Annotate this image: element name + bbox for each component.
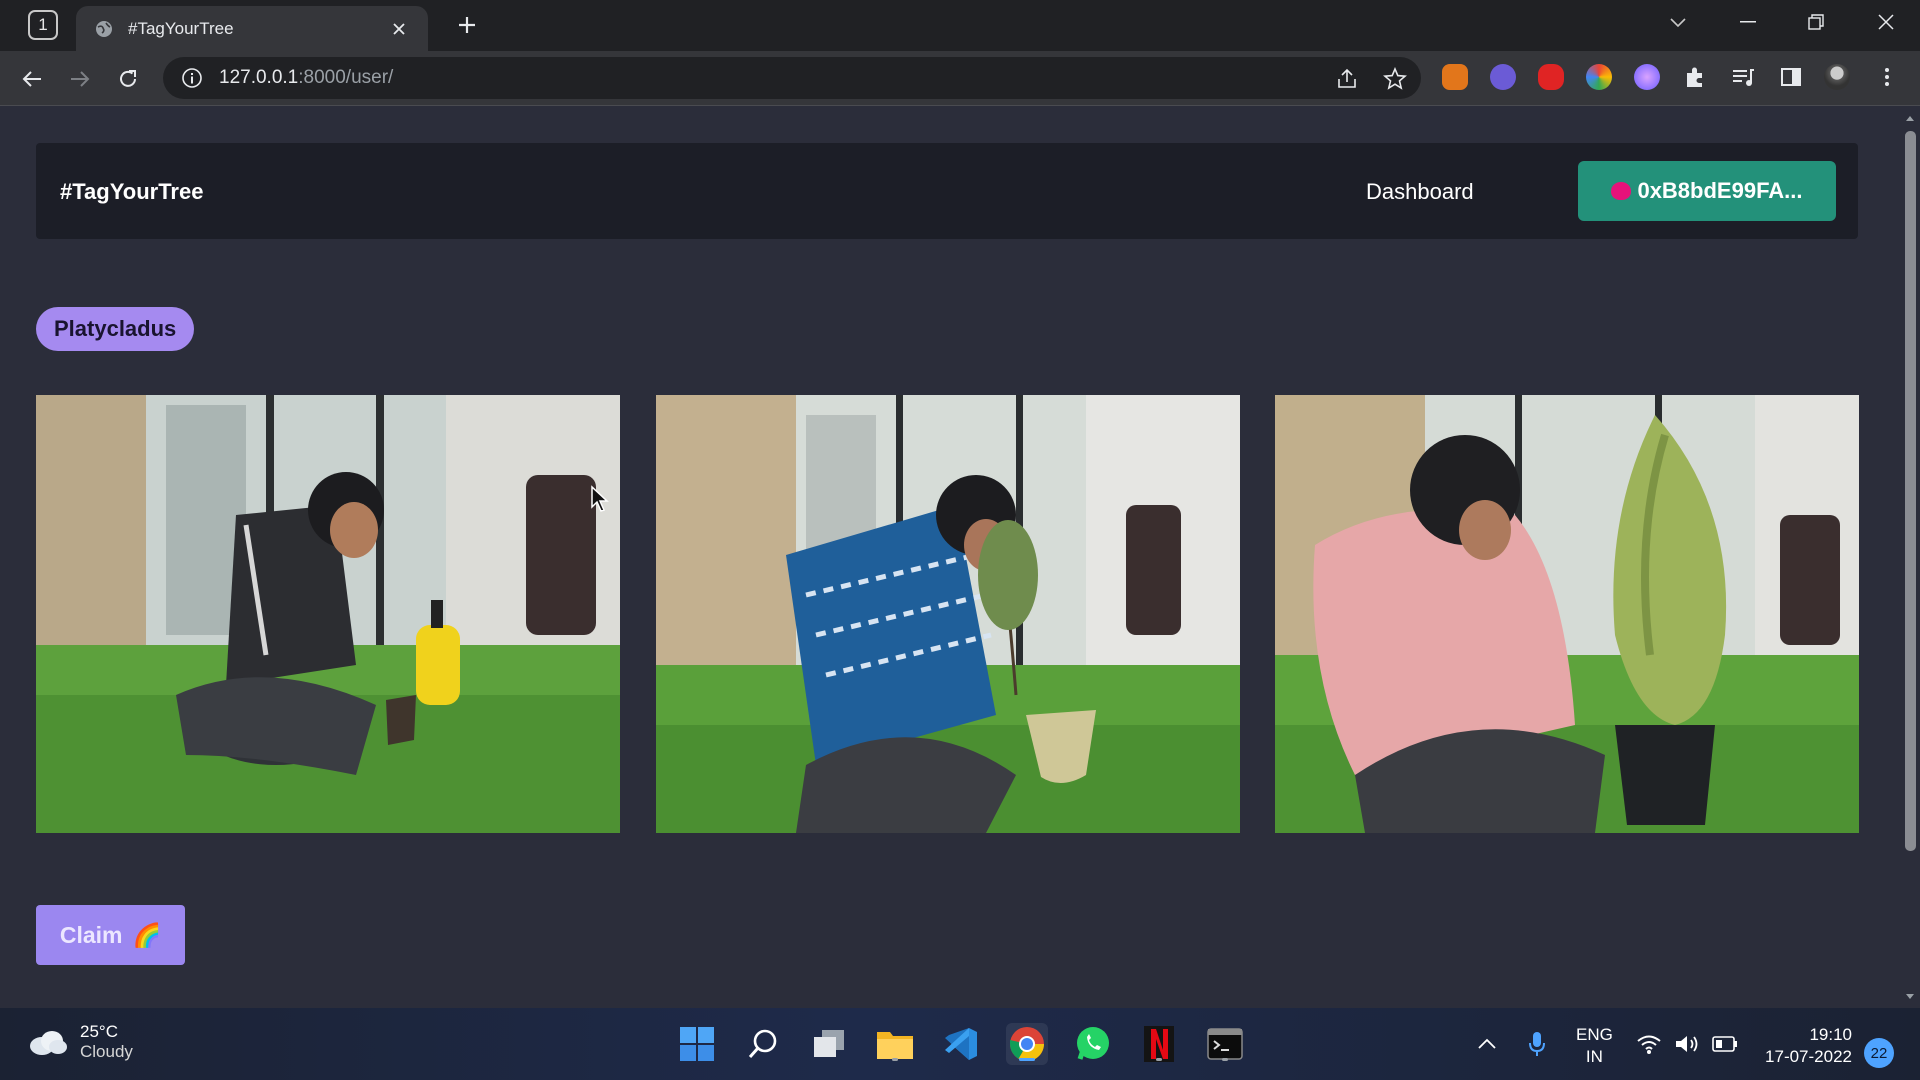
photo-3-image [1275, 395, 1859, 833]
share-icon[interactable] [1335, 67, 1359, 91]
browser-tab-bar: 1 #TagYourTree [0, 0, 1920, 51]
file-explorer-icon[interactable] [874, 1023, 916, 1065]
minimize-icon[interactable] [1720, 0, 1776, 44]
tree-photo-3[interactable] [1275, 395, 1859, 833]
extension-icon-color-ring[interactable] [1586, 64, 1612, 90]
browser-toolbar: 127.0.0.1:8000/user/ [0, 51, 1920, 106]
address-bar[interactable]: 127.0.0.1:8000/user/ [163, 57, 1421, 99]
photo-1-image [36, 395, 620, 833]
notification-badge[interactable]: 22 [1864, 1038, 1894, 1068]
volume-icon[interactable] [1672, 1023, 1702, 1065]
mouse-cursor-icon [591, 485, 609, 512]
reload-icon[interactable] [112, 63, 144, 95]
site-navbar: #TagYourTree Dashboard 0xB8bdE99FA... [36, 143, 1858, 239]
netflix-icon[interactable] [1138, 1023, 1180, 1065]
new-tab-icon[interactable] [454, 12, 480, 38]
extension-icon-red[interactable] [1538, 64, 1564, 90]
tree-photo-1[interactable] [36, 395, 620, 833]
dashboard-link[interactable]: Dashboard [1366, 179, 1474, 205]
chrome-icon[interactable] [1006, 1023, 1048, 1065]
bookmark-star-icon[interactable] [1383, 67, 1407, 91]
clock-time: 19:10 [1809, 1025, 1852, 1044]
rainbow-emoji-icon: 🌈 [132, 921, 162, 948]
browser-menu-icon[interactable] [1874, 64, 1900, 90]
photo-2-image [656, 395, 1240, 833]
cloud-icon [30, 1031, 67, 1055]
running-indicator [1156, 1058, 1162, 1061]
page-scrollbar[interactable] [1900, 107, 1920, 1008]
running-indicator [1222, 1058, 1228, 1061]
claim-button[interactable]: Claim 🌈 [36, 905, 185, 965]
wallet-avatar-icon [1611, 182, 1632, 200]
url-path: :8000/user/ [298, 67, 394, 88]
weather-widget[interactable]: 25°C Cloudy [28, 1022, 133, 1062]
page-content: #TagYourTree Dashboard 0xB8bdE99FA... Pl… [0, 107, 1900, 1008]
system-clock[interactable]: 19:10 17-07-2022 [1756, 1024, 1852, 1068]
close-window-icon[interactable] [1858, 0, 1914, 44]
scroll-up-arrow-icon[interactable] [1905, 113, 1915, 123]
extension-icon-star[interactable] [1634, 64, 1660, 90]
browser-tab-active[interactable]: #TagYourTree [76, 6, 428, 51]
chevron-up-icon[interactable] [1474, 1023, 1500, 1065]
scroll-down-arrow-icon[interactable] [1905, 992, 1915, 1002]
active-indicator [1019, 1058, 1035, 1061]
close-tab-icon[interactable] [388, 18, 410, 40]
metamask-extension-icon[interactable] [1442, 64, 1468, 90]
vscode-icon[interactable] [940, 1023, 982, 1065]
whatsapp-icon[interactable] [1072, 1023, 1114, 1065]
microphone-icon[interactable] [1522, 1023, 1552, 1065]
wallet-address: 0xB8bdE99FA... [1637, 178, 1803, 203]
windows-start-icon[interactable] [676, 1023, 718, 1065]
running-indicator [892, 1058, 898, 1061]
wifi-icon[interactable] [1634, 1023, 1664, 1065]
os-taskbar: 25°C Cloudy ENG IN 19:10 17-07-2022 22 [0, 1008, 1920, 1080]
task-view-icon[interactable] [808, 1023, 850, 1065]
back-arrow-icon[interactable] [16, 63, 48, 95]
extensions-puzzle-icon[interactable] [1682, 64, 1708, 90]
globe-icon [96, 20, 112, 37]
url-host: 127.0.0.1 [219, 67, 299, 88]
media-control-icon[interactable] [1730, 64, 1756, 90]
terminal-icon[interactable] [1204, 1023, 1246, 1065]
region-code: IN [1585, 1047, 1603, 1066]
side-panel-icon[interactable] [1778, 64, 1804, 90]
restore-icon[interactable] [1788, 0, 1844, 44]
tab-title: #TagYourTree [128, 18, 234, 38]
tab-search-icon[interactable] [1650, 0, 1706, 44]
clock-date: 17-07-2022 [1765, 1047, 1852, 1066]
tree-photo-2[interactable] [656, 395, 1240, 833]
weather-temperature: 25°C [80, 1022, 118, 1041]
search-icon[interactable] [742, 1023, 784, 1065]
battery-icon[interactable] [1710, 1023, 1740, 1065]
language-code: ENG [1576, 1025, 1613, 1044]
language-indicator[interactable]: ENG IN [1576, 1024, 1613, 1068]
forward-arrow-icon[interactable] [64, 63, 96, 95]
weather-condition: Cloudy [80, 1042, 133, 1061]
claim-label: Claim [59, 921, 123, 948]
species-badge: Platycladus [36, 307, 195, 351]
scrollbar-thumb[interactable] [1905, 131, 1916, 851]
wallet-address-button[interactable]: 0xB8bdE99FA... [1578, 161, 1836, 221]
site-brand[interactable]: #TagYourTree [60, 179, 203, 205]
tab-count-badge[interactable]: 1 [28, 10, 58, 40]
site-info-icon[interactable] [181, 67, 203, 89]
extension-icon-purple[interactable] [1490, 64, 1516, 90]
profile-avatar[interactable] [1824, 64, 1850, 90]
